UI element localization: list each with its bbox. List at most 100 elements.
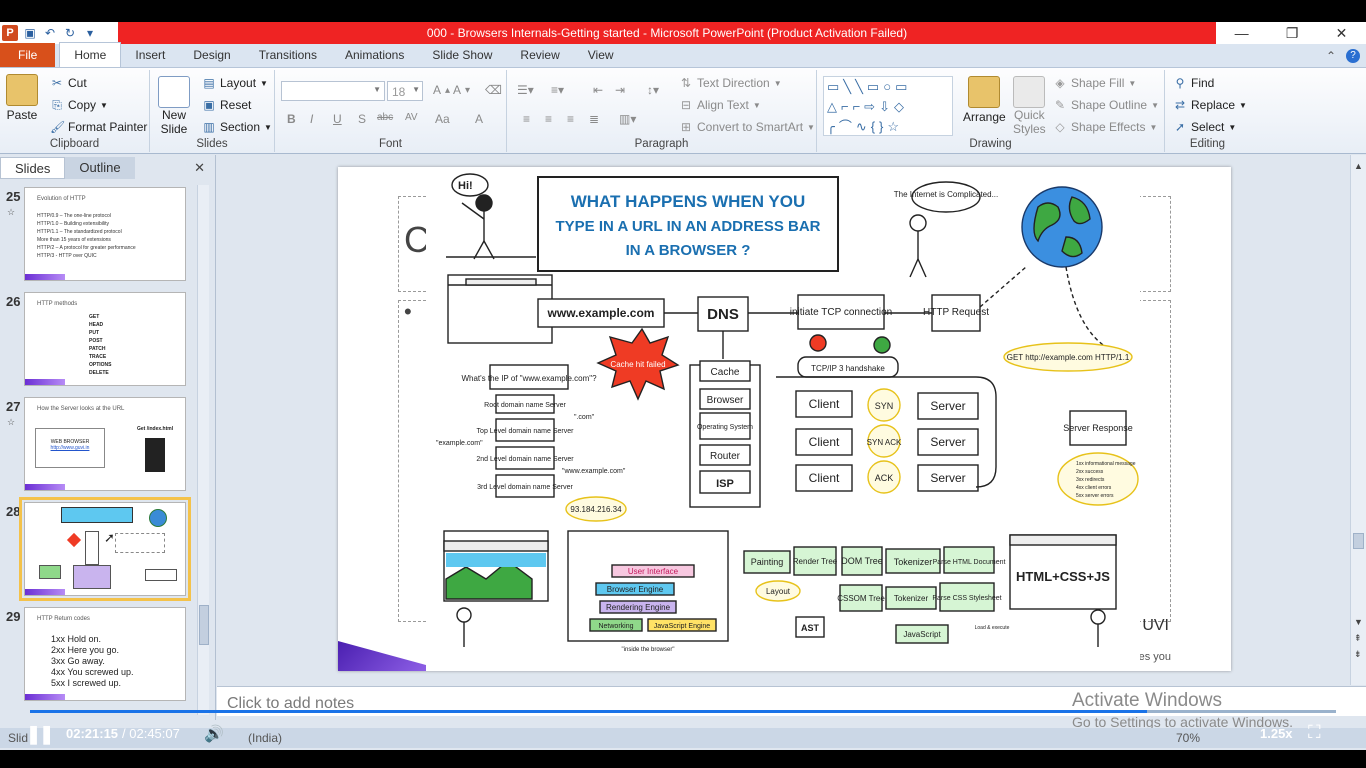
- align-center-icon[interactable]: ≡: [545, 112, 552, 126]
- diagram-javascript: JavaScript: [903, 630, 941, 639]
- help-icon[interactable]: ?: [1346, 49, 1360, 63]
- columns-icon[interactable]: ▥▾: [619, 112, 636, 126]
- scrollbar-thumb[interactable]: [199, 605, 209, 645]
- bold-button[interactable]: B: [287, 112, 296, 126]
- video-controls: ❚❚ 02:21:15 / 02:45:07 🔊 1.25x ⛶: [0, 716, 1366, 750]
- shape-effects-button[interactable]: ◇ Shape Effects ▼: [1053, 120, 1157, 134]
- reset-button[interactable]: ▣ Reset: [202, 98, 251, 112]
- italic-button[interactable]: I: [310, 112, 313, 126]
- copy-button[interactable]: ⎘ Copy ▼: [50, 98, 108, 112]
- scroll-down-icon[interactable]: ▼: [1354, 617, 1363, 627]
- scrollbar-thumb[interactable]: [1353, 533, 1364, 549]
- convert-smartart-button[interactable]: ⊞ Convert to SmartArt ▼: [679, 120, 815, 134]
- font-size-select[interactable]: 18 ▼: [387, 81, 423, 101]
- diagram-dom-tree: DOM Tree: [841, 556, 883, 566]
- grow-font-button[interactable]: A ▴: [433, 83, 450, 97]
- diagram-router: Router: [710, 451, 741, 462]
- chevron-down-icon: ▼: [100, 100, 108, 110]
- font-name-select[interactable]: ▼: [281, 81, 385, 101]
- restore-icon[interactable]: ❐: [1286, 25, 1299, 42]
- layout-button[interactable]: ▤ Layout ▼: [202, 76, 268, 90]
- arrange-button[interactable]: Arrange: [963, 76, 1006, 124]
- tab-review[interactable]: Review: [506, 43, 573, 67]
- tab-design[interactable]: Design: [179, 43, 244, 67]
- quick-styles-button[interactable]: Quick Styles: [1013, 76, 1046, 136]
- playback-speed-button[interactable]: 1.25x: [1260, 726, 1293, 741]
- redo-icon[interactable]: ↻: [62, 25, 78, 41]
- slide-thumbnail-26[interactable]: 26 HTTP methods GET HEAD PUT POST PATCH …: [0, 292, 196, 388]
- text-direction-button[interactable]: ⇅ Text Direction ▼: [679, 76, 782, 90]
- minimize-icon[interactable]: —: [1235, 25, 1249, 41]
- close-icon[interactable]: ✕: [1336, 25, 1348, 42]
- clear-formatting-icon[interactable]: ⌫: [485, 83, 502, 97]
- find-button[interactable]: ⚲ Find: [1173, 76, 1215, 90]
- previous-slide-icon[interactable]: ⇞: [1354, 633, 1362, 644]
- diagram-ui: User Interface: [628, 567, 679, 576]
- underline-button[interactable]: U: [333, 112, 342, 126]
- thumb-line: 3xx Go away.: [51, 656, 105, 666]
- numbering-icon[interactable]: ≡▾: [551, 83, 564, 97]
- editor-vertical-scrollbar[interactable]: ▲ ▼ ⇞ ⇟: [1350, 155, 1366, 685]
- align-text-icon: ⊟: [680, 98, 692, 112]
- diagram-server-response: Server Response: [1063, 423, 1133, 433]
- strikethrough-button[interactable]: abc: [377, 112, 393, 123]
- tab-insert[interactable]: Insert: [121, 43, 179, 67]
- align-left-icon[interactable]: ≡: [523, 112, 530, 126]
- section-button[interactable]: ▥ Section ▼: [202, 120, 272, 134]
- close-panel-icon[interactable]: ✕: [194, 160, 205, 176]
- customize-qat-icon[interactable]: ▾: [82, 25, 98, 41]
- undo-icon[interactable]: ↶: [42, 25, 58, 41]
- minimize-ribbon-icon[interactable]: ⌃: [1326, 49, 1336, 63]
- slides-panel-scrollbar[interactable]: [197, 185, 209, 715]
- slide-thumbnail-25[interactable]: 25 ☆ Evolution of HTTP HTTP/0.9 – The on…: [0, 187, 196, 283]
- next-slide-icon[interactable]: ⇟: [1354, 649, 1362, 660]
- exit-fullscreen-icon[interactable]: ⛶: [1308, 722, 1321, 743]
- diagram-tcp: initiate TCP connection: [790, 307, 892, 318]
- replace-button[interactable]: ⇄ Replace ▼: [1173, 98, 1247, 112]
- powerpoint-logo-icon[interactable]: P: [2, 25, 18, 41]
- justify-icon[interactable]: ≣: [589, 112, 599, 126]
- video-progress-bar[interactable]: [30, 710, 1336, 713]
- select-button[interactable]: ➚ Select ▼: [1173, 120, 1236, 134]
- slide-canvas[interactable]: C • UVI deserves you: [338, 167, 1231, 671]
- tab-animations[interactable]: Animations: [331, 43, 418, 67]
- pause-icon[interactable]: ❚❚: [26, 724, 54, 745]
- shapes-gallery[interactable]: ▭╲╲▭○▭ △⌐⌐⇨⇩◇ ╭⌒∿{}☆: [823, 76, 953, 136]
- shape-fill-button[interactable]: ◈ Shape Fill ▼: [1053, 76, 1136, 90]
- diagram-root-server: Root domain name Server: [484, 402, 566, 409]
- align-text-button[interactable]: ⊟ Align Text ▼: [679, 98, 761, 112]
- diagram-cssom: CSSOM Tree: [837, 594, 885, 603]
- align-right-icon[interactable]: ≡: [567, 112, 574, 126]
- thumb-title: HTTP methods: [37, 301, 78, 307]
- tab-view[interactable]: View: [574, 43, 628, 67]
- change-case-button[interactable]: Aa: [435, 112, 450, 126]
- scroll-up-icon[interactable]: ▲: [1354, 161, 1363, 171]
- shape-outline-button[interactable]: ✎ Shape Outline ▼: [1053, 98, 1159, 112]
- new-slide-button[interactable]: New Slide: [158, 76, 190, 136]
- volume-icon[interactable]: 🔊: [204, 724, 224, 744]
- font-color-button[interactable]: A: [475, 112, 483, 126]
- slide-thumbnail-27[interactable]: 27 ☆ How the Server looks at the URL WEB…: [0, 397, 196, 493]
- increase-indent-icon[interactable]: ⇥: [615, 83, 625, 97]
- tab-transitions[interactable]: Transitions: [245, 43, 331, 67]
- quick-styles-label-2: Styles: [1013, 122, 1046, 136]
- tab-home[interactable]: Home: [59, 42, 122, 67]
- cut-button[interactable]: ✂ Cut: [50, 76, 87, 90]
- tab-file[interactable]: File: [0, 43, 56, 67]
- decrease-indent-icon[interactable]: ⇤: [593, 83, 603, 97]
- character-spacing-button[interactable]: AV: [405, 112, 418, 123]
- line-spacing-icon[interactable]: ↕▾: [647, 83, 659, 97]
- shrink-font-button[interactable]: A ▾: [453, 83, 470, 97]
- tab-slide-show[interactable]: Slide Show: [418, 43, 506, 67]
- time-separator: /: [122, 726, 126, 741]
- tab-outline[interactable]: Outline: [65, 157, 135, 179]
- bullets-icon[interactable]: ☰▾: [517, 83, 534, 97]
- paste-button[interactable]: Paste: [6, 74, 38, 122]
- shadow-button[interactable]: S: [358, 112, 366, 126]
- slide-thumbnail-28[interactable]: 28 ➚: [0, 497, 196, 601]
- slide-thumbnail-29[interactable]: 29 HTTP Return codes 1xx Hold on. 2xx He…: [0, 607, 196, 703]
- save-icon[interactable]: ▣: [22, 25, 38, 41]
- diagram-client: Client: [809, 471, 840, 485]
- tab-slides[interactable]: Slides: [0, 157, 66, 179]
- format-painter-button[interactable]: 🖌 Format Painter: [50, 120, 147, 134]
